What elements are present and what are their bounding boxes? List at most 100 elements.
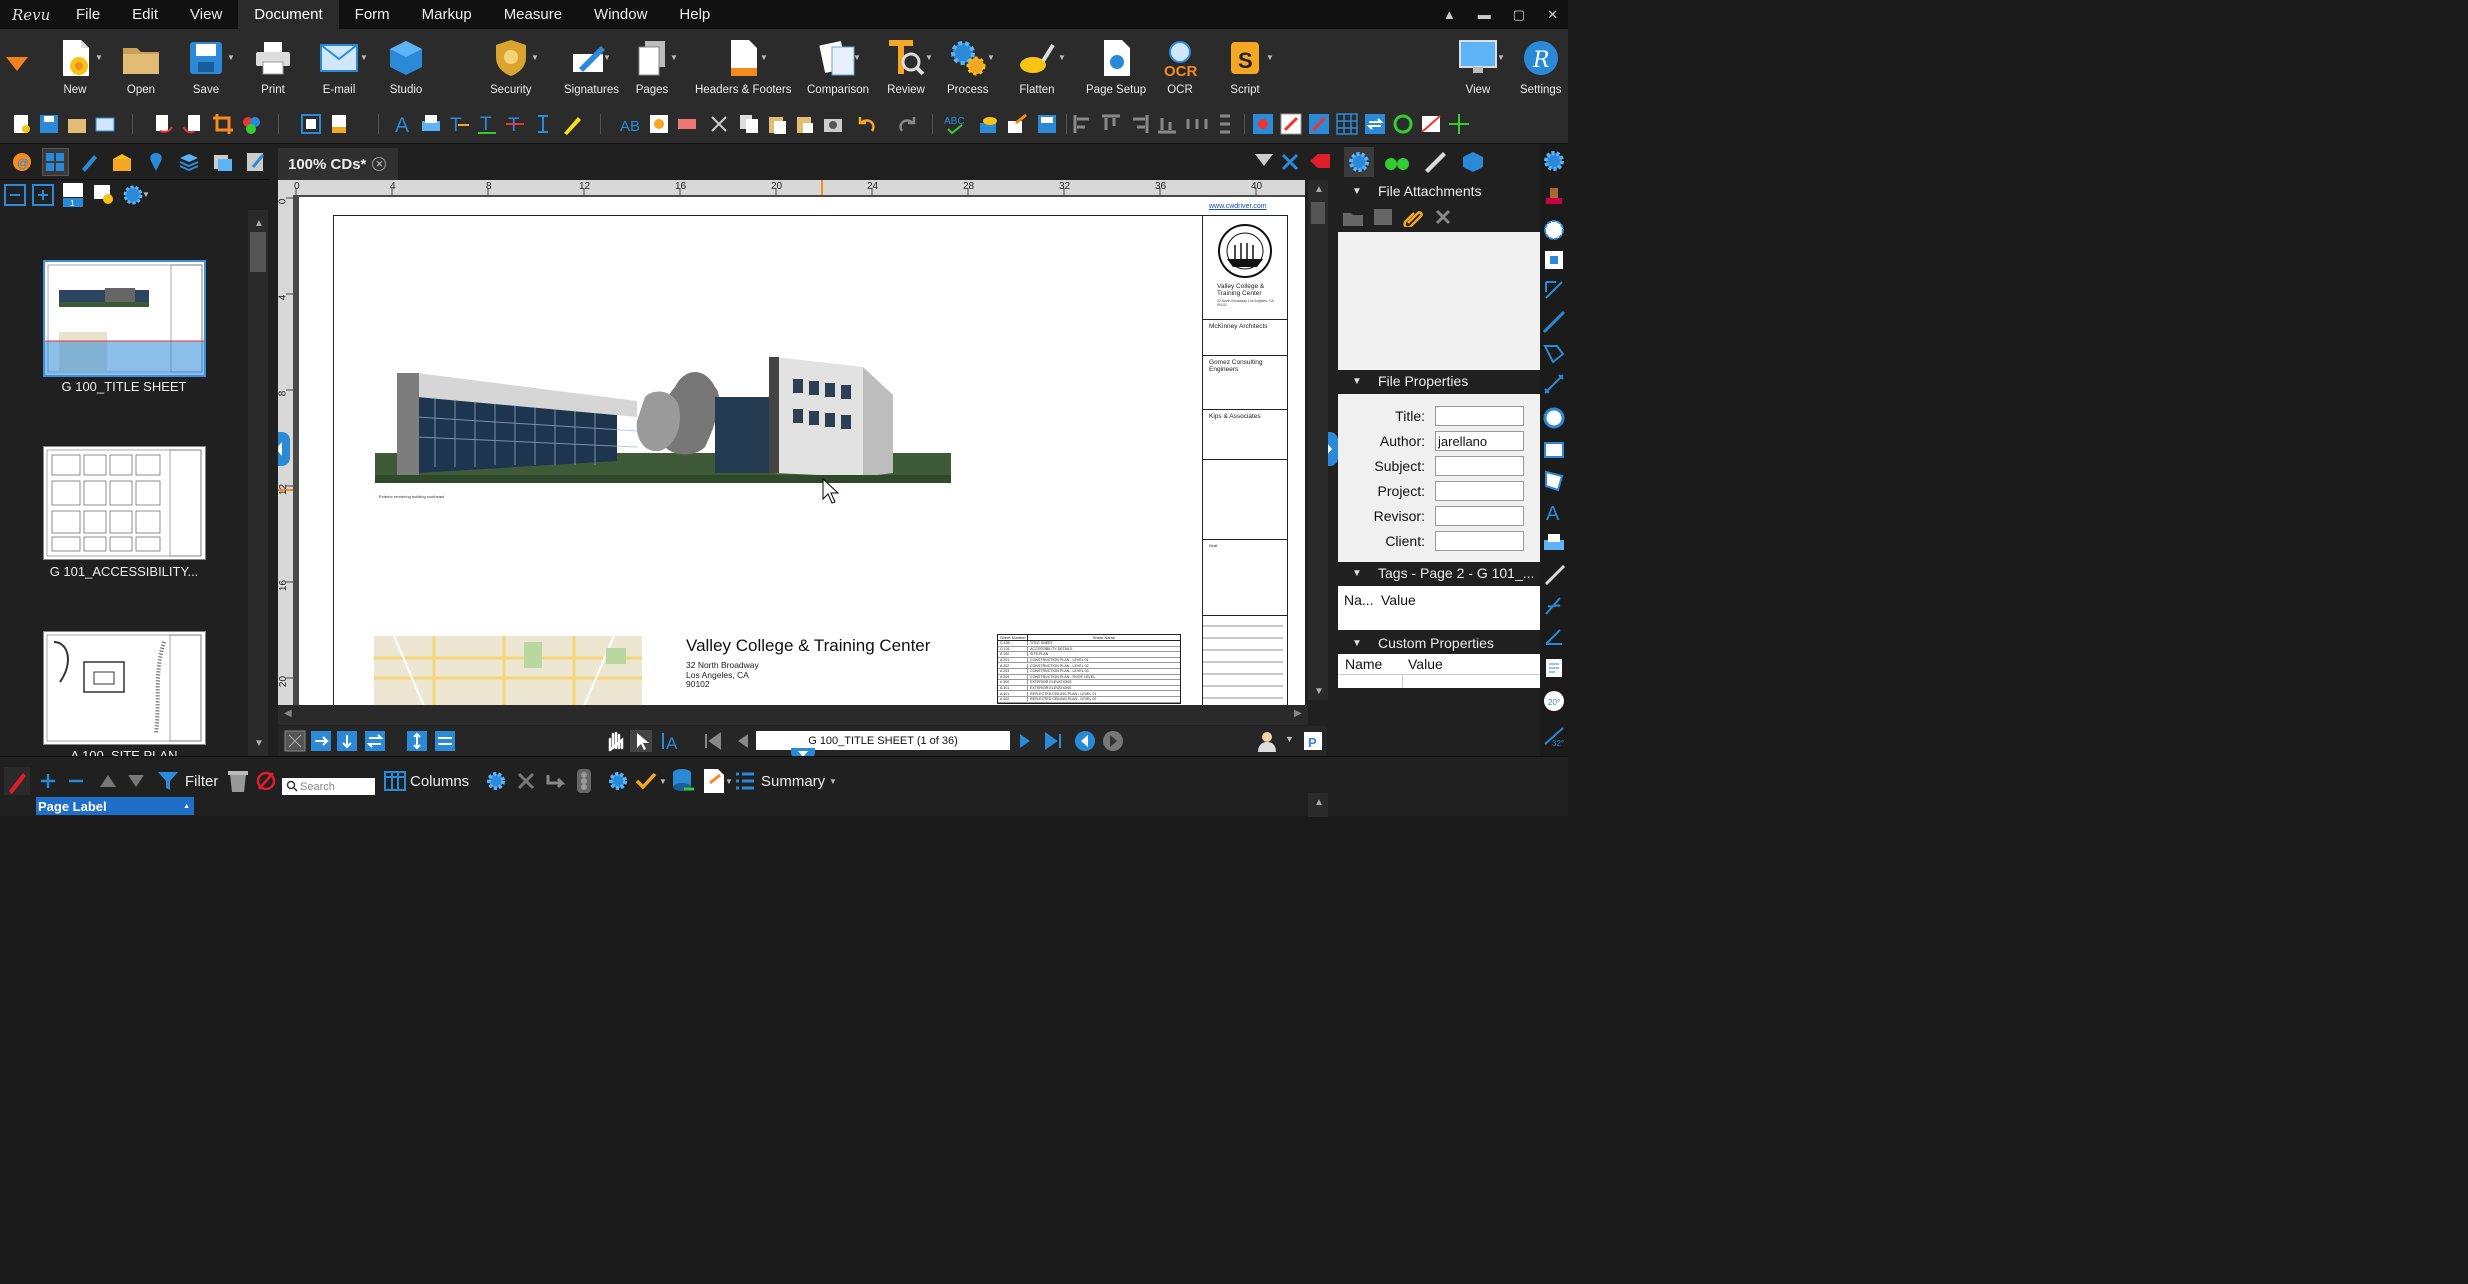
flag-icon[interactable] <box>1308 152 1332 170</box>
title-input[interactable] <box>1435 406 1524 426</box>
strip-angle-32-icon[interactable]: 32° <box>1542 722 1566 748</box>
minimize-icon[interactable]: ▬ <box>1478 7 1491 22</box>
file-attachments-header[interactable]: ▼ File Attachments <box>1338 180 1540 202</box>
signatures-button[interactable]: Signatures <box>564 37 619 96</box>
review-button[interactable]: Review <box>886 37 926 96</box>
copy-icon[interactable] <box>738 113 760 135</box>
markups-tab-icon[interactable] <box>75 148 103 176</box>
filter-label[interactable]: Filter <box>185 773 218 790</box>
tags-header[interactable]: ▼ Tags - Page 2 - G 101_... <box>1338 562 1540 584</box>
menu-help[interactable]: Help <box>663 0 726 29</box>
fit-width-nav-icon[interactable] <box>310 730 332 752</box>
document-canvas[interactable]: 0 4 8 12 16 20 24 28 32 36 40 0 4 8 12 1… <box>278 180 1305 725</box>
spellcheck-icon[interactable]: ABC <box>944 113 966 135</box>
print-button[interactable]: Print <box>253 37 293 96</box>
align-left-icon[interactable] <box>1072 113 1094 135</box>
zoom-out-thumbs-icon[interactable] <box>4 184 26 206</box>
move-down-icon[interactable] <box>126 771 146 791</box>
page-label-column-header[interactable]: Page Label ▲ <box>36 797 194 815</box>
tab-list-dropdown-icon[interactable] <box>1255 154 1273 168</box>
markup-remove-x-icon[interactable] <box>516 771 536 791</box>
places-tab-icon[interactable] <box>142 148 170 176</box>
tool-chest-tab-icon[interactable] <box>109 148 137 176</box>
spellcheck-ab-icon[interactable]: AB <box>620 113 642 135</box>
flatten-button[interactable]: Flatten <box>1017 37 1057 96</box>
reuse-icon[interactable] <box>1392 113 1414 135</box>
markup-reply-icon[interactable] <box>544 769 568 793</box>
strip-angle-20-icon[interactable]: 20° <box>1542 688 1566 714</box>
first-page-icon[interactable] <box>702 730 724 752</box>
bluebeam-tab-icon[interactable]: @ <box>8 148 36 176</box>
close-icon[interactable]: ✕ <box>1547 7 1558 23</box>
sync-icon[interactable] <box>1364 113 1386 135</box>
search-binoculars-icon[interactable] <box>1382 147 1412 177</box>
pages-button[interactable]: Pages <box>632 37 672 96</box>
summary-button[interactable]: Summary <box>761 773 825 790</box>
menu-window[interactable]: Window <box>578 0 663 29</box>
website-link[interactable]: www.cwdriver.com <box>1209 203 1267 210</box>
ocr-button[interactable]: OCR OCR <box>1160 37 1200 96</box>
signatures-tab-icon[interactable] <box>243 148 271 176</box>
attachment-delete-icon[interactable] <box>1432 207 1454 227</box>
previous-view-icon[interactable] <box>1074 730 1096 752</box>
custom-col-value[interactable]: Value <box>1408 656 1443 672</box>
flatten-small-icon[interactable] <box>978 113 1000 135</box>
select-text-icon[interactable]: A <box>660 730 682 752</box>
snap-to-markup-icon[interactable] <box>1308 113 1330 135</box>
attach-paperclip-icon[interactable] <box>1402 207 1424 227</box>
tags-col-value[interactable]: Value <box>1381 592 1416 608</box>
filter-funnel-icon[interactable] <box>156 769 180 793</box>
distribute-horizontal-icon[interactable] <box>1186 113 1208 135</box>
snapshot-camera-icon[interactable] <box>822 113 844 135</box>
crop-icon[interactable] <box>212 113 234 135</box>
snap-to-grid-icon[interactable] <box>1252 113 1274 135</box>
show-grid-icon[interactable] <box>1336 113 1358 135</box>
fit-none-icon[interactable] <box>284 730 306 752</box>
save-small-icon[interactable] <box>38 113 60 135</box>
markup-toggle-icon[interactable] <box>1420 113 1442 135</box>
user-icon[interactable] <box>1256 730 1278 752</box>
strip-gear-icon[interactable] <box>1542 148 1566 174</box>
pan-hand-icon[interactable] <box>604 730 626 752</box>
properties-tab-gear-icon[interactable] <box>1344 147 1374 177</box>
strip-typewriter-icon[interactable] <box>1542 530 1566 554</box>
collapse-all-minus-icon[interactable] <box>66 771 86 791</box>
continuous-pages-icon[interactable] <box>434 730 456 752</box>
menu-view[interactable]: View <box>174 0 238 29</box>
strip-polyline-icon[interactable] <box>1542 342 1566 366</box>
canvas-horizontal-scrollbar[interactable]: ◀ ▶ <box>278 705 1308 725</box>
strip-polygon-icon[interactable] <box>1542 468 1566 492</box>
menu-markup[interactable]: Markup <box>406 0 488 29</box>
undo-icon[interactable] <box>856 113 878 135</box>
previous-page-icon[interactable] <box>732 730 754 752</box>
sets-tab-icon[interactable] <box>209 148 237 176</box>
strip-text-icon[interactable]: A <box>1542 500 1566 524</box>
menu-file[interactable]: File <box>60 0 116 29</box>
custom-col-name[interactable]: Name <box>1345 656 1382 672</box>
save-blue-icon[interactable] <box>1036 113 1058 135</box>
view-button[interactable]: View <box>1458 37 1498 96</box>
client-input[interactable] <box>1435 531 1524 551</box>
canvas-vertical-scrollbar[interactable]: ▲ ▼ <box>1308 180 1328 700</box>
tags-col-name[interactable]: Na... <box>1344 592 1374 608</box>
layers-tab-icon[interactable] <box>176 148 204 176</box>
open-button[interactable]: Open <box>121 37 161 96</box>
single-page-icon[interactable] <box>406 730 428 752</box>
strip-measure-icon[interactable] <box>1542 562 1566 586</box>
revisor-input[interactable] <box>1435 506 1524 526</box>
pdf-page[interactable]: Exterior rendering building southeast ww… <box>299 197 1305 725</box>
rotate-page-icon[interactable] <box>152 113 174 135</box>
next-page-icon[interactable] <box>1014 730 1036 752</box>
menu-form[interactable]: Form <box>339 0 406 29</box>
strip-circle-icon[interactable] <box>1542 406 1566 430</box>
studio-tab-icon[interactable] <box>1458 147 1488 177</box>
crosshair-icon[interactable] <box>1448 113 1470 135</box>
thumbnails-tab-icon[interactable] <box>41 147 70 176</box>
save-button[interactable]: Save <box>186 37 226 96</box>
document-tab[interactable]: 100% CDs* ✕ <box>278 148 398 180</box>
text-cursor-icon[interactable] <box>532 113 554 135</box>
close-document-x-icon[interactable] <box>1281 153 1299 171</box>
next-view-icon[interactable] <box>1102 730 1124 752</box>
sync-view-icon[interactable] <box>364 730 386 752</box>
distribute-vertical-icon[interactable] <box>1214 113 1236 135</box>
